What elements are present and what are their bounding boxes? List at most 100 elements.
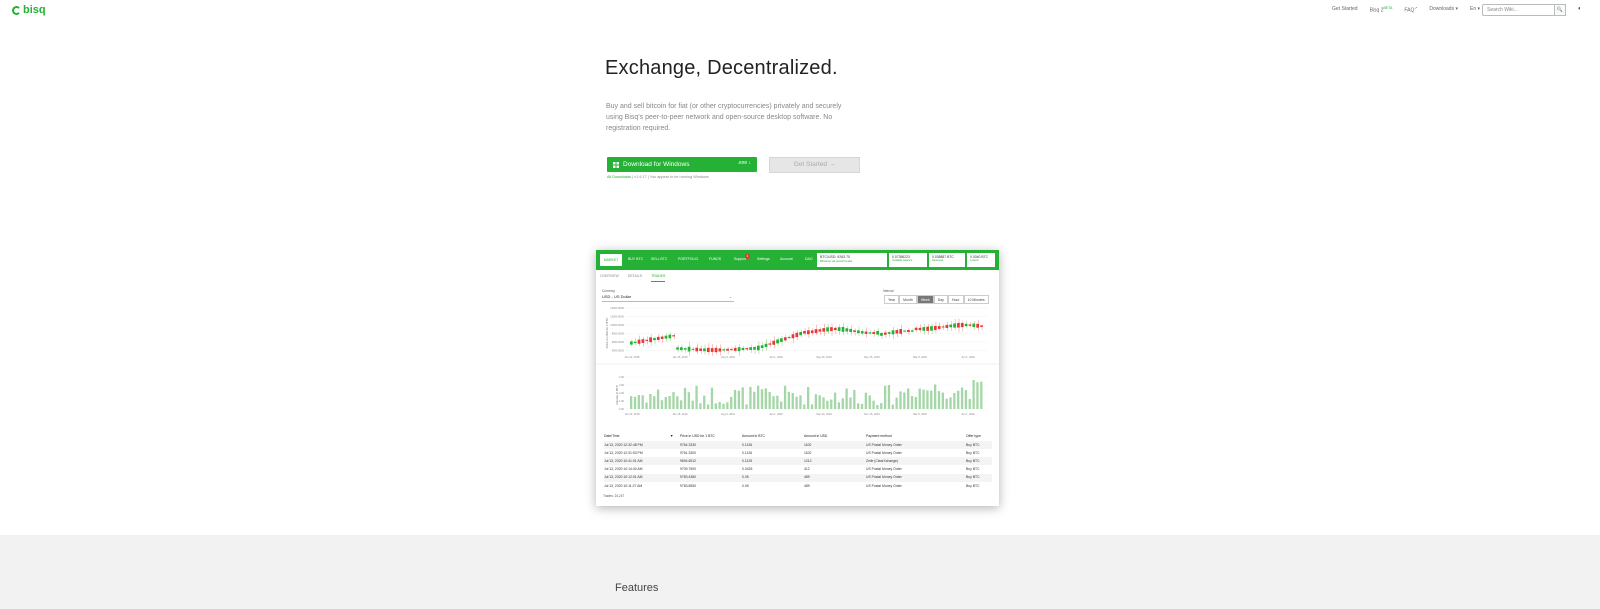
volume-bar bbox=[745, 404, 748, 409]
all-downloads-link[interactable]: All Downloads bbox=[607, 175, 631, 179]
app-screenshot: MARKET BUY BTC SELL BTC PORTFOLIO FUNDS … bbox=[596, 250, 999, 506]
nav-link-faq[interactable]: FAQ↗ bbox=[1404, 6, 1417, 14]
candle bbox=[872, 331, 876, 334]
volume-bar bbox=[706, 404, 710, 409]
available-balance: 0.07356223 Available balance bbox=[889, 253, 927, 267]
x-tick-label: Jan 1, 2020 bbox=[769, 355, 783, 359]
candle bbox=[764, 343, 768, 347]
interval-hour: Hour bbox=[947, 295, 964, 304]
volume-bar bbox=[749, 386, 752, 409]
volume-bar bbox=[868, 395, 871, 409]
windows-icon bbox=[613, 161, 619, 168]
candle bbox=[718, 348, 722, 352]
volume-bar bbox=[803, 404, 806, 409]
volume-bar bbox=[853, 389, 856, 409]
volume-bar bbox=[872, 400, 875, 409]
candle bbox=[933, 325, 937, 331]
x-tick-label: Aug 5, 2019 bbox=[721, 355, 736, 359]
volume-bar bbox=[810, 404, 814, 409]
volume-bar bbox=[930, 390, 933, 409]
bisq-logo[interactable]: bisq bbox=[12, 4, 46, 16]
candle bbox=[756, 345, 760, 351]
volume-bar bbox=[910, 396, 914, 409]
candle bbox=[907, 329, 910, 333]
candle bbox=[733, 347, 737, 351]
y-tick-label: 14000.0000 bbox=[610, 306, 624, 310]
volume-bar bbox=[733, 389, 737, 409]
table-row: Jul 13, 2020 10:11:27 AM 9783.8550 0.05 489… bbox=[604, 483, 980, 488]
candle bbox=[641, 339, 645, 343]
nav-link-downloads[interactable]: Downloads ▾ bbox=[1429, 6, 1458, 14]
volume-bar bbox=[891, 404, 894, 409]
external-link-icon: ↗ bbox=[1414, 6, 1418, 10]
volume-bar bbox=[899, 391, 902, 409]
candle bbox=[926, 326, 929, 331]
volume-bar bbox=[768, 391, 771, 409]
nav-link-get-started[interactable]: Get Started bbox=[1332, 6, 1358, 14]
candle bbox=[960, 322, 964, 328]
app-tab-buy: BUY BTC bbox=[628, 257, 644, 261]
volume-bar bbox=[841, 398, 844, 409]
candle bbox=[945, 324, 949, 328]
candle bbox=[660, 336, 664, 339]
candle bbox=[837, 327, 841, 332]
volume-bar bbox=[753, 391, 756, 409]
volume-bar bbox=[957, 390, 960, 409]
candle bbox=[772, 340, 776, 345]
table-row: Jul 13, 2020 12:31:53 PM 9761.3300 0.1126 1… bbox=[604, 450, 980, 455]
x-tick-label: Sep 20, 2019 bbox=[816, 355, 832, 359]
x-tick-label: Jun 1, 2020 bbox=[961, 355, 975, 359]
y-tick-label: 4000.0000 bbox=[612, 349, 625, 353]
nav-link-bisq2[interactable]: Bisq 2BETA bbox=[1370, 6, 1393, 14]
brand-name: bisq bbox=[23, 4, 46, 16]
candle bbox=[918, 327, 922, 331]
search-input[interactable]: Search Wiki... bbox=[1482, 4, 1564, 16]
volume-bar bbox=[703, 395, 706, 409]
volume-bar bbox=[914, 396, 918, 409]
candle bbox=[795, 332, 799, 338]
candle bbox=[826, 327, 829, 332]
sort-desc-icon: ▼ bbox=[670, 434, 674, 438]
volume-bar bbox=[833, 392, 837, 409]
candle bbox=[645, 339, 649, 341]
candle bbox=[910, 330, 914, 332]
candle bbox=[964, 323, 968, 327]
candle bbox=[972, 323, 976, 328]
candle bbox=[807, 330, 810, 335]
app-tab-portfolio: PORTFOLIO bbox=[678, 257, 699, 261]
candle bbox=[845, 328, 849, 332]
download-windows-button[interactable]: Download for Windows .exe ↓ bbox=[607, 157, 757, 172]
get-started-button[interactable]: Get Started → bbox=[769, 157, 860, 173]
candle bbox=[814, 329, 818, 334]
theme-toggle-icon[interactable]: ◐ bbox=[1578, 6, 1582, 12]
candle bbox=[714, 347, 718, 353]
volume-bar bbox=[649, 393, 652, 409]
subtab-overview: OVERVIEW bbox=[600, 274, 619, 278]
volume-bar bbox=[968, 398, 971, 409]
x-tick-label: Sep 20, 2019 bbox=[816, 412, 832, 416]
y-tick-label: 12000.0000 bbox=[610, 315, 624, 319]
volume-bar bbox=[933, 384, 937, 409]
candle bbox=[749, 347, 752, 350]
volume-bar bbox=[764, 388, 767, 409]
candle bbox=[860, 331, 864, 334]
volume-bar bbox=[787, 391, 791, 409]
candle bbox=[941, 326, 945, 328]
candle bbox=[822, 328, 826, 332]
volume-bar bbox=[653, 396, 656, 409]
app-tab-account: Account bbox=[780, 257, 793, 261]
nav-language-select[interactable]: En ▾ bbox=[1470, 6, 1480, 14]
x-tick-label: Jun 22, 2018 bbox=[625, 412, 641, 416]
volume-bar bbox=[672, 392, 675, 409]
candle bbox=[864, 331, 868, 334]
volume-bar bbox=[814, 394, 818, 409]
volume-bar bbox=[795, 396, 798, 409]
volume-bar bbox=[756, 385, 760, 409]
candle bbox=[968, 324, 972, 326]
candle bbox=[753, 347, 756, 350]
search-icon[interactable]: 🔍 bbox=[1554, 4, 1566, 16]
y-tick-label: 6000.0000 bbox=[612, 340, 625, 344]
candle bbox=[683, 348, 687, 350]
version-text: v1.9.17 bbox=[634, 175, 647, 179]
candle bbox=[880, 332, 883, 336]
